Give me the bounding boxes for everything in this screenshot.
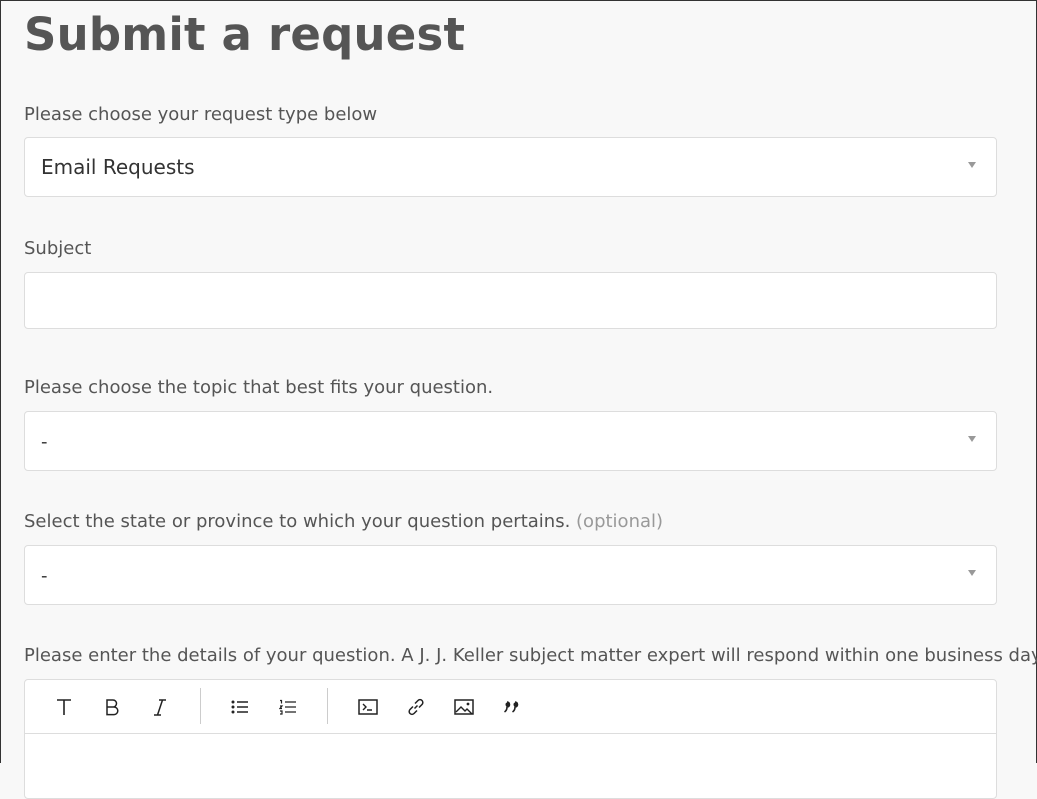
state-label: Select the state or province to which yo…	[24, 511, 663, 532]
state-value: -	[41, 565, 48, 587]
details-editor[interactable]	[24, 679, 997, 799]
code-block-icon[interactable]	[355, 694, 381, 720]
topic-select[interactable]: -	[24, 411, 997, 471]
bulleted-list-icon[interactable]	[227, 694, 253, 720]
request-type-select[interactable]: Email Requests	[24, 137, 997, 197]
bold-icon[interactable]	[99, 694, 125, 720]
numbered-list-icon[interactable]	[275, 694, 301, 720]
italic-icon[interactable]	[147, 694, 173, 720]
subject-input[interactable]	[24, 272, 997, 329]
request-type-value: Email Requests	[41, 155, 195, 179]
chevron-down-icon	[968, 570, 976, 576]
image-icon[interactable]	[451, 694, 477, 720]
editor-toolbar	[25, 680, 996, 734]
state-select[interactable]: -	[24, 545, 997, 605]
optional-tag: (optional)	[576, 511, 664, 532]
toolbar-divider	[327, 688, 328, 724]
details-label: Please enter the details of your questio…	[24, 645, 1037, 666]
request-type-label: Please choose your request type below	[24, 104, 378, 125]
text-format-icon[interactable]	[51, 694, 77, 720]
page-title: Submit a request	[24, 8, 466, 61]
link-icon[interactable]	[403, 694, 429, 720]
chevron-down-icon	[968, 162, 976, 168]
state-label-text: Select the state or province to which yo…	[24, 511, 571, 532]
topic-value: -	[41, 431, 48, 453]
toolbar-divider	[200, 688, 201, 724]
topic-label: Please choose the topic that best fits y…	[24, 377, 494, 398]
quote-icon[interactable]	[499, 694, 525, 720]
chevron-down-icon	[968, 436, 976, 442]
subject-label: Subject	[24, 238, 92, 259]
